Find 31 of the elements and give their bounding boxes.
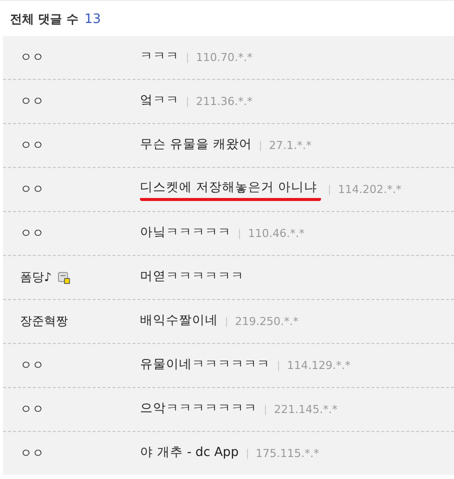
comment-author[interactable]: 폼당♪ <box>20 269 52 286</box>
comment-ip: 110.46.*.* <box>248 227 304 240</box>
comment-text: 무슨 유물을 캐왔어 <box>140 136 252 153</box>
comment-ip: 211.36.*.* <box>196 95 252 108</box>
comment-author[interactable]: ㅇㅇ <box>20 401 44 418</box>
comment-text: 아닠ㅋㅋㅋㅋㅋ <box>140 224 231 241</box>
comment-ip: 114.129.*.* <box>287 359 350 372</box>
comment-ip: 221.145.*.* <box>274 403 338 416</box>
comment-ip: 114.202.*.* <box>338 183 402 196</box>
comment-author[interactable]: 장준혁짱 <box>20 313 68 330</box>
comment-ip: 175.115.*.* <box>256 447 320 460</box>
comment-text: 엌ㅋㅋ <box>140 92 179 109</box>
comment-text: 으악ㅋㅋㅋㅋㅋㅋㅋ <box>140 400 257 417</box>
comment-text: 유물이네ㅋㅋㅋㅋㅋㅋ <box>140 356 270 373</box>
comment-ip: 110.70.*.* <box>196 51 252 64</box>
comment-author[interactable]: ㅇㅇ <box>20 49 44 66</box>
comment-author[interactable]: ㅇㅇ <box>20 357 44 374</box>
comment-author[interactable]: ㅇㅇ <box>20 93 44 110</box>
comment-count: 13 <box>84 12 101 26</box>
comment-author[interactable]: ㅇㅇ <box>20 445 44 462</box>
comment-ip: 27.1.*.* <box>268 139 312 152</box>
comment-text: ㅋㅋㅋ <box>140 48 179 65</box>
comment-count-label: 전체 댓글 수 <box>10 10 78 28</box>
comment-author[interactable]: ㅇㅇ <box>20 181 44 198</box>
comment-text: 야 개추 - dc App <box>140 444 239 461</box>
comment-text: 머엳ㅋㅋㅋㅋㅋㅋ <box>140 268 244 285</box>
comment-author[interactable]: ㅇㅇ <box>20 137 44 154</box>
comment-author[interactable]: ㅇㅇ <box>20 225 44 242</box>
comment-text: 배익수짤이네 <box>140 312 218 329</box>
comment-ip: 219.250.*.* <box>235 315 298 328</box>
comment-text: 디스켓에 저장해놓은거 아니냐 <box>140 178 321 200</box>
